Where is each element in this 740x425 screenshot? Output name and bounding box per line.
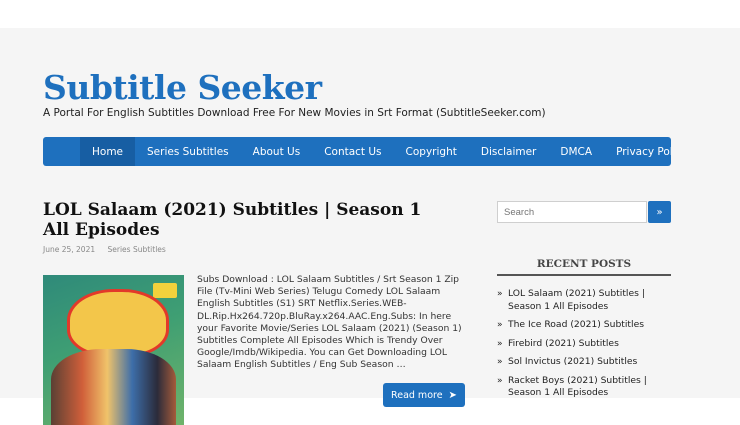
arrow-right-icon: ➤ — [448, 389, 457, 401]
recent-post-link[interactable]: LOL Salaam (2021) Subtitles | Season 1 A… — [508, 288, 673, 313]
poster-cast-art — [51, 349, 176, 425]
search-input[interactable] — [497, 201, 647, 223]
recent-post-link[interactable]: Firebird (2021) Subtitles — [508, 338, 619, 351]
nav-about-us[interactable]: About Us — [241, 137, 313, 166]
recent-post-link[interactable]: Sol Invictus (2021) Subtitles — [508, 356, 637, 369]
recent-post-item: » Racket Boys (2021) Subtitles | Season … — [497, 375, 673, 400]
main-nav: Home Series Subtitles About Us Contact U… — [43, 137, 671, 166]
recent-post-item: » LOL Salaam (2021) Subtitles | Season 1… — [497, 288, 673, 313]
nav-series-subtitles[interactable]: Series Subtitles — [135, 137, 241, 166]
recent-post-item: » The Ice Road (2021) Subtitles — [497, 319, 673, 332]
chevron-right-icon: » — [497, 357, 503, 367]
nav-dmca[interactable]: DMCA — [548, 137, 604, 166]
chevron-right-icon: » — [497, 338, 503, 349]
recent-post-link[interactable]: The Ice Road (2021) Subtitles — [508, 319, 644, 332]
nav-copyright[interactable]: Copyright — [394, 137, 469, 166]
search-button[interactable]: » — [648, 201, 671, 223]
post-title[interactable]: LOL Salaam (2021) Subtitles | Season 1 A… — [43, 200, 443, 240]
chevron-right-icon: » — [497, 375, 503, 386]
poster-badge — [153, 283, 177, 298]
recent-post-item: » Firebird (2021) Subtitles — [497, 338, 673, 351]
post-excerpt: Subs Download : LOL Salaam Subtitles / S… — [197, 274, 462, 371]
nav-privacy-policy[interactable]: Privacy Policy — [604, 137, 671, 166]
recent-posts-heading: RECENT POSTS — [497, 258, 671, 276]
chevron-right-icon: » — [497, 289, 503, 299]
chevron-right-icon: » — [497, 320, 503, 330]
poster-title-art — [67, 289, 169, 357]
post-category[interactable]: Series Subtitles — [108, 245, 166, 254]
site-description: A Portal For English Subtitles Download … — [43, 107, 546, 119]
nav-contact-us[interactable]: Contact Us — [312, 137, 393, 166]
read-more-label: Read more — [391, 389, 443, 401]
recent-post-link[interactable]: Racket Boys (2021) Subtitles | Season 1 … — [508, 375, 673, 400]
read-more-button[interactable]: Read more ➤ — [383, 383, 465, 407]
nav-home[interactable]: Home — [80, 137, 136, 166]
recent-posts-list: » LOL Salaam (2021) Subtitles | Season 1… — [497, 288, 673, 406]
recent-post-item: » Sol Invictus (2021) Subtitles — [497, 356, 673, 369]
post-date: June 25, 2021 — [43, 245, 96, 254]
post-meta: June 25, 2021 Series Subtitles — [43, 245, 166, 254]
site-title[interactable]: Subtitle Seeker — [43, 68, 322, 107]
nav-disclaimer[interactable]: Disclaimer — [469, 137, 549, 166]
post-thumbnail[interactable] — [43, 275, 184, 425]
page-container: Subtitle Seeker A Portal For English Sub… — [0, 28, 740, 425]
